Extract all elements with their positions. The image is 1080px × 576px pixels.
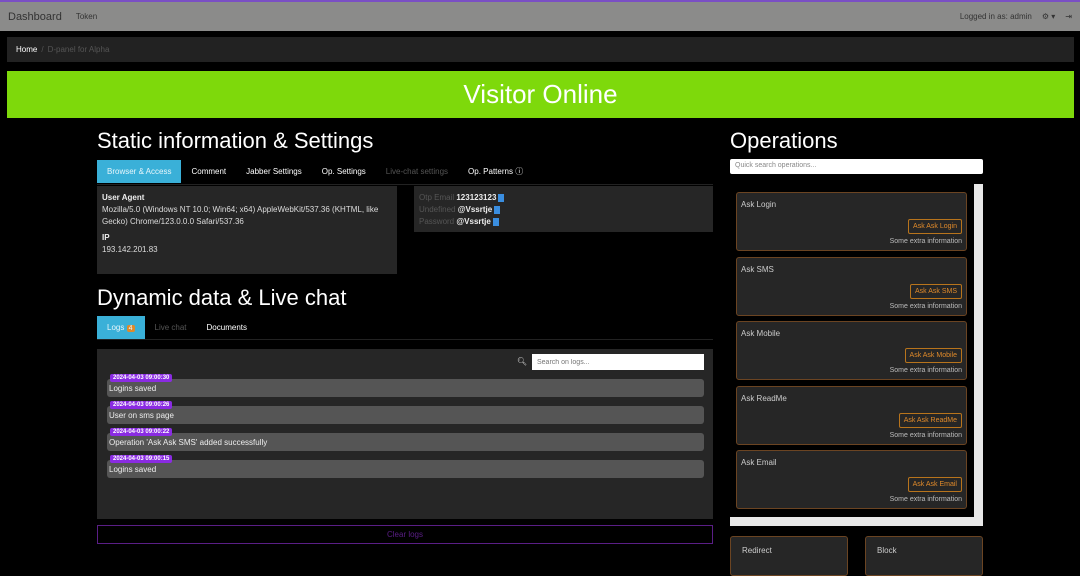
tab-live-chat-settings[interactable]: Live-chat settings xyxy=(376,160,458,183)
browser-info-panel: User Agent Mozilla/5.0 (Windows NT 10.0;… xyxy=(97,186,397,274)
field-label: Password xyxy=(419,217,455,226)
logout-icon[interactable]: ⇥ xyxy=(1065,12,1072,21)
operation-title: Ask Mobile xyxy=(741,329,781,338)
operation-title: Ask Email xyxy=(741,458,777,467)
logs-search-input[interactable] xyxy=(532,354,704,370)
operation-title: Ask SMS xyxy=(741,264,774,274)
tab-browser-access[interactable]: Browser & Access xyxy=(97,160,182,183)
log-timestamp: 2024-04-03 09:00:26 xyxy=(110,401,173,409)
tab-live-chat[interactable]: Live chat xyxy=(145,316,197,339)
tab-documents[interactable]: Documents xyxy=(197,316,257,339)
operation-info: Some extra information xyxy=(889,238,962,245)
token-link[interactable]: Token xyxy=(76,12,97,21)
log-timestamp: 2024-04-03 09:00:15 xyxy=(110,455,173,463)
credential-row: Otp Email 123123123 xyxy=(419,192,708,204)
field-label: Otp Email xyxy=(419,193,455,202)
field-label: Undefined xyxy=(419,205,456,214)
operations-list[interactable]: Ask Login Ask Ask Login Some extra informa… xyxy=(730,184,983,526)
tab-logs[interactable]: Logs 4 xyxy=(97,316,145,339)
logs-panel: 🔍︎ Logins saved 2024-04-03 09:00:30 User… xyxy=(97,349,713,519)
breadcrumb: Home / D-panel for Alpha xyxy=(7,37,1074,62)
breadcrumb-home[interactable]: Home xyxy=(16,45,37,54)
operation-info: Some extra information xyxy=(889,302,962,310)
breadcrumb-separator: / xyxy=(41,45,44,54)
copy-icon[interactable] xyxy=(498,193,505,202)
operation-title: Ask ReadMe xyxy=(741,393,787,403)
static-tabs: Browser & Access Comment Jabber Settings… xyxy=(97,159,713,185)
ip-value: 193.142.201.83 xyxy=(102,245,158,254)
operations-scroll-area: Ask Login Ask Ask Login Some extra informa… xyxy=(730,184,974,517)
copy-icon[interactable] xyxy=(492,217,499,226)
operations-search-input[interactable]: Quick search operations... xyxy=(730,159,983,174)
tab-comment[interactable]: Comment xyxy=(181,160,236,183)
field-value: 123123123 xyxy=(456,193,497,202)
dynamic-data-title: Dynamic data & Live chat xyxy=(97,285,347,310)
log-timestamp: 2024-04-03 09:00:30 xyxy=(110,374,173,382)
operation-title: Ask Login xyxy=(741,200,777,209)
operation-info: Some extra information xyxy=(889,431,962,439)
breadcrumb-current: D-panel for Alpha xyxy=(47,45,110,54)
clear-logs-button[interactable]: Clear logs xyxy=(97,525,713,544)
copy-icon[interactable] xyxy=(494,205,501,214)
operation-card: Ask Login Ask Ask Login Some extra informa… xyxy=(736,192,967,251)
credential-row: Password @Vssrtje xyxy=(419,216,708,228)
search-icon: 🔍︎ xyxy=(516,357,527,366)
user-agent-value: Mozilla/5.0 (Windows NT 10.0; Win64; x64… xyxy=(102,205,379,226)
credentials-panel: Otp Email 123123123 Undefined @Vssrtje P… xyxy=(414,186,713,232)
operation-card: Ask Mobile Ask Ask Mobile Some extra infor… xyxy=(736,321,967,380)
help-icon: ⓘ xyxy=(515,167,524,176)
operation-card: Ask SMS Ask Ask SMS Some extra information xyxy=(736,256,967,316)
dynamic-tabs: Logs 4 Live chat Documents xyxy=(97,316,713,340)
tab-label: Op. Patterns xyxy=(468,167,513,176)
redirect-panel[interactable]: Redirect xyxy=(730,536,848,576)
operation-card: Ask ReadMe Ask Ask ReadMe Some extra infor… xyxy=(736,385,967,445)
operation-button[interactable]: Ask Ask Login xyxy=(908,219,962,234)
log-entry: Logins saved xyxy=(107,460,704,478)
operation-info: Some extra information xyxy=(889,496,962,503)
credential-row: Undefined @Vssrtje xyxy=(419,204,708,216)
logs-count-badge: 4 xyxy=(126,325,135,332)
visitor-status-banner: Visitor Online xyxy=(7,71,1074,118)
block-panel[interactable]: Block xyxy=(865,536,983,576)
operation-card: Ask Email Ask Ask Email Some extra informa… xyxy=(736,450,967,509)
top-navbar: Dashboard Token Logged in as: admin ⚙ ▾ … xyxy=(0,0,1080,31)
operation-info: Some extra information xyxy=(889,367,962,374)
log-timestamp: 2024-04-03 09:00:22 xyxy=(110,428,173,436)
operation-button[interactable]: Ask Ask ReadMe xyxy=(898,412,962,428)
log-entry: User on sms page xyxy=(107,406,704,424)
operations-title: Operations xyxy=(730,128,838,153)
user-agent-label: User Agent xyxy=(102,193,145,202)
operation-button[interactable]: Ask Ask Mobile xyxy=(904,348,962,363)
log-entry: Logins saved xyxy=(107,379,704,397)
static-info-title: Static information & Settings xyxy=(97,128,374,153)
tab-op-patterns[interactable]: Op. Patterns ⓘ xyxy=(458,159,533,184)
dashboard-link[interactable]: Dashboard xyxy=(8,11,62,23)
operation-button[interactable]: Ask Ask Email xyxy=(907,477,962,492)
tab-jabber-settings[interactable]: Jabber Settings xyxy=(236,160,312,183)
tab-op-settings[interactable]: Op. Settings xyxy=(312,160,376,183)
field-value: @Vssrtje xyxy=(457,205,493,214)
tab-label: Logs xyxy=(107,323,125,332)
operation-button[interactable]: Ask Ask SMS xyxy=(909,283,962,299)
gear-icon[interactable]: ⚙ ▾ xyxy=(1042,12,1055,21)
field-value: @Vssrtje xyxy=(456,217,491,226)
logged-in-text: Logged in as: admin xyxy=(959,12,1032,21)
log-entry: Operation 'Ask Ask SMS' added successful… xyxy=(107,433,704,451)
ip-label: IP xyxy=(102,233,110,242)
